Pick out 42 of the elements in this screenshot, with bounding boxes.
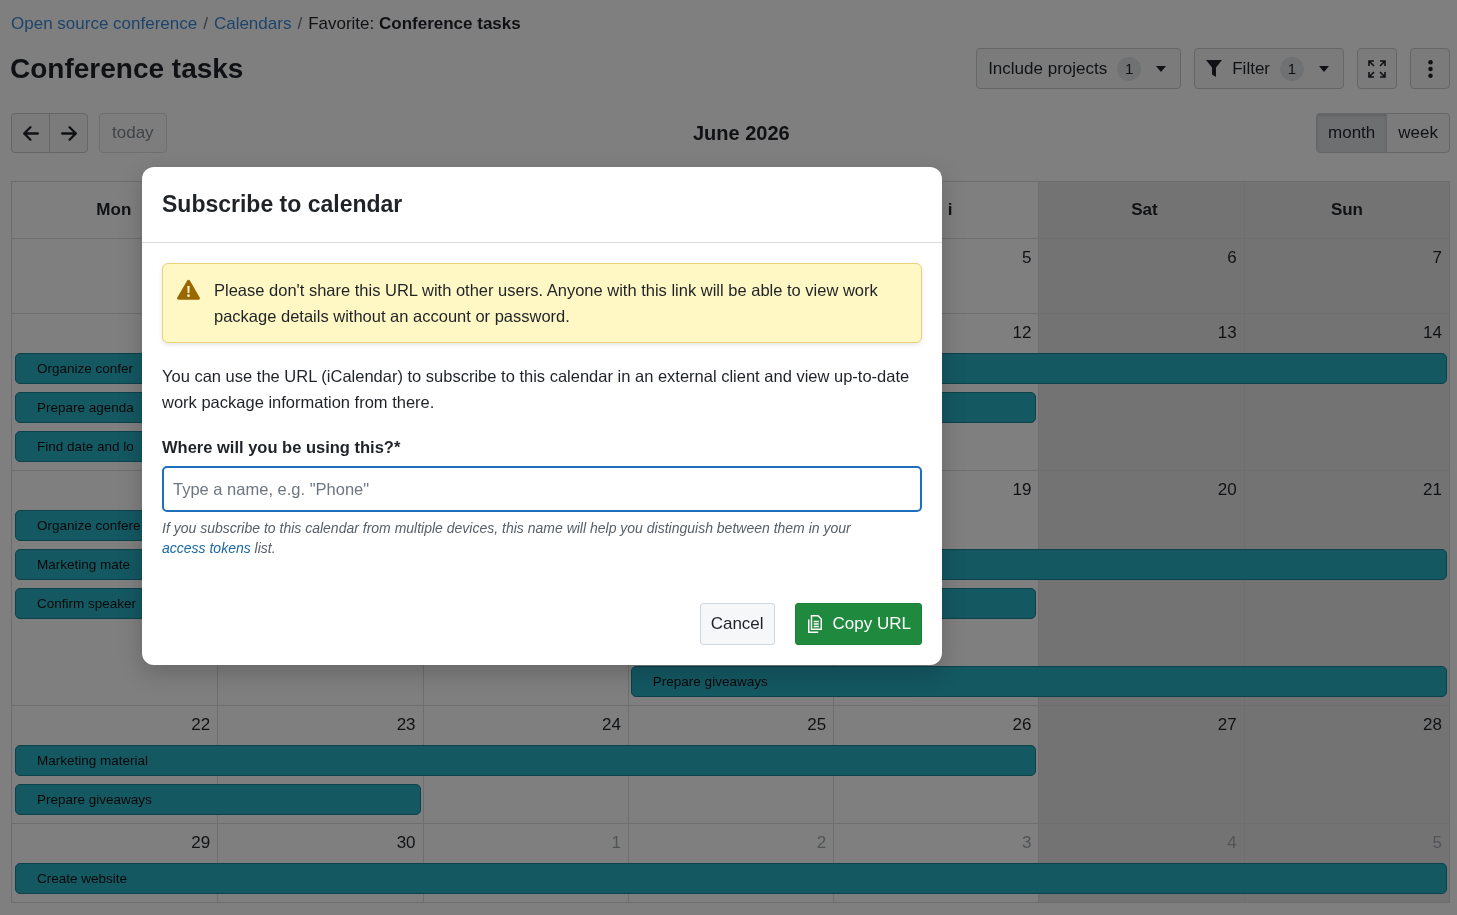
- dialog-description: You can use the URL (iCalendar) to subscribe to this calendar in an external client and view up-to-date work package information from there.: [162, 366, 911, 413]
- event-title: Marketing mate: [37, 556, 131, 573]
- event-title: Prepare giveaways: [652, 673, 768, 690]
- month-title: June 2026: [692, 121, 790, 145]
- date-number: 28: [1423, 714, 1443, 735]
- event-title: Find date and lo: [37, 438, 134, 455]
- breadcrumb-current: Favorite: Conference tasks: [308, 14, 521, 34]
- weekday-header: Sat: [1038, 182, 1244, 238]
- event-title: Prepare giveaways: [37, 791, 152, 808]
- count-badge: 1: [1117, 56, 1142, 81]
- event-title: Marketing material: [37, 752, 149, 769]
- breadcrumb-separator: /: [203, 14, 208, 34]
- date-number: 23: [396, 714, 417, 735]
- event-title: Prepare agenda: [37, 399, 134, 416]
- warning-text: Please don't share this URL with other users. Anyone with this link will be able to view work package details without an account or password.: [214, 280, 879, 327]
- help-text: If you subscribe to this calendar from multiple devices, this name will help you distinguish between them in your access tokens list.: [162, 519, 852, 558]
- date-number: 21: [1423, 479, 1443, 500]
- event-title: Organize confere: [37, 517, 141, 534]
- date-number: 27: [1217, 714, 1238, 735]
- date-number: 6: [1227, 247, 1238, 268]
- date-number: 12: [1012, 322, 1033, 343]
- date-number: 14: [1423, 322, 1443, 343]
- date-number: 13: [1217, 322, 1238, 343]
- date-number: 26: [1012, 714, 1033, 735]
- field-label: Where will you be using this?*: [162, 437, 402, 458]
- weekday-header: Sun: [1243, 182, 1449, 238]
- date-number: 30: [396, 832, 417, 853]
- date-number: 20: [1217, 479, 1238, 500]
- event-title: Organize confer: [37, 360, 134, 377]
- event-title: Confirm speaker: [37, 595, 137, 612]
- date-number: 24: [601, 714, 622, 735]
- date-number: 25: [807, 714, 828, 735]
- event-title: Create website: [37, 870, 128, 887]
- breadcrumb-separator: /: [297, 14, 303, 34]
- date-number: 19: [1012, 479, 1033, 500]
- dialog-title: Subscribe to calendar: [162, 191, 403, 218]
- date-number: 22: [191, 714, 212, 735]
- page-title: Conference tasks: [10, 51, 244, 86]
- date-number: 5: [1021, 247, 1033, 268]
- count-badge: 1: [1280, 56, 1304, 81]
- date-number: 7: [1432, 247, 1443, 268]
- date-number: 29: [191, 832, 212, 853]
